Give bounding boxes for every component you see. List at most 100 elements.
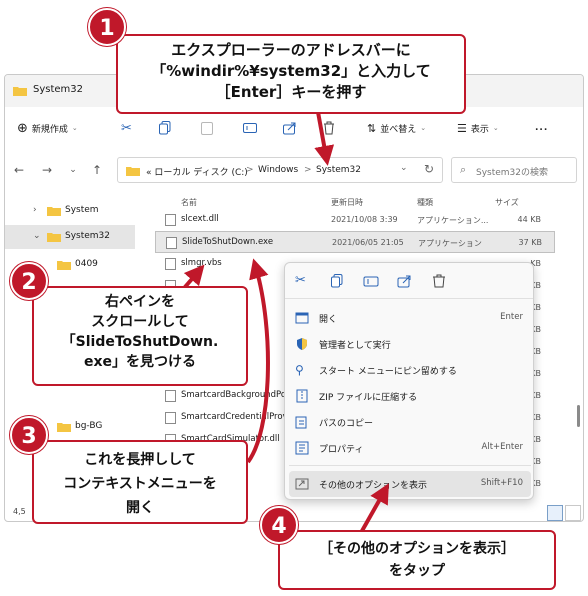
chevron-down-icon: ⌄ [33, 231, 41, 241]
vertical-scrollbar[interactable] [577, 405, 580, 427]
window-icon [295, 312, 309, 324]
scissors-icon: ✂ [121, 120, 132, 136]
search-box[interactable]: ⌕ System32の検索 [451, 157, 577, 183]
new-label: 新規作成 [31, 124, 68, 135]
zip-file-icon [296, 389, 308, 403]
menu-item-open[interactable]: 開く Enter [289, 305, 531, 331]
menu-item-copy-path[interactable]: パスのコピー [289, 409, 531, 435]
copy-button[interactable] [159, 119, 171, 137]
address-bar[interactable]: « ローカル ディスク (C:) > Windows > System32 ⌄ … [117, 157, 443, 183]
menu-item-shortcut: Shift+F10 [480, 478, 523, 488]
column-header-type[interactable]: 種類 [417, 197, 433, 208]
file-icon [165, 258, 176, 270]
plus-icon: ⊕ [17, 120, 28, 136]
tree-item-label: System [65, 205, 99, 215]
callout-step4: ［その他のオプションを表示］ をタップ [278, 530, 556, 590]
folder-icon [57, 261, 71, 270]
command-bar: ⊕ 新規作成 ⌄ ✂ ⇅ 並べ替え ⌄ ☰ 表示 ⌄ ... [5, 111, 583, 143]
callout-step1: エクスプローラーのアドレスバーに 「%windir%¥system32」と入力し… [116, 34, 466, 114]
properties-icon [295, 441, 309, 455]
folder-icon [126, 167, 140, 176]
trash-icon[interactable] [431, 273, 447, 289]
file-icon [165, 390, 176, 402]
menu-item-shortcut: Alt+Enter [481, 442, 523, 452]
callout-line: コンテキストメニューを [63, 476, 217, 492]
file-size: 44 KB [517, 215, 541, 224]
breadcrumb-windows[interactable]: Windows [258, 165, 298, 175]
chevron-down-icon: ⌄ [492, 124, 499, 132]
menu-item-label: 管理者として実行 [319, 341, 391, 351]
file-date: 2021/06/05 21:05 [332, 238, 404, 247]
copy-icon[interactable] [329, 273, 345, 289]
column-header-date[interactable]: 更新日時 [331, 197, 363, 208]
cut-icon[interactable]: ✂ [295, 273, 311, 289]
file-row[interactable]: SlideToShutDown.exe 2021/06/05 21:05 アプリケー… [155, 231, 555, 253]
search-icon: ⌕ [460, 163, 467, 176]
share-icon [283, 122, 296, 135]
menu-item-label: その他のオプションを表示 [319, 481, 428, 491]
history-chevron-icon[interactable]: ⌄ [65, 163, 81, 177]
callout-step3: これを長押しして コンテキストメニューを 開く [32, 440, 248, 524]
file-type: アプリケーション [418, 239, 482, 248]
rename-button[interactable] [243, 119, 257, 137]
paste-button[interactable] [201, 119, 213, 137]
step-badge-4: 4 [260, 506, 298, 544]
new-button[interactable]: ⊕ 新規作成 ⌄ [17, 119, 78, 137]
tiles-view-icon[interactable] [565, 505, 581, 521]
folder-icon [57, 423, 71, 432]
callout-step2: 右ペインを スクロールして 「SlideToShutDown. exe」を見つけ… [32, 286, 248, 386]
pin-icon: ⚲ [295, 363, 304, 377]
menu-item-pin-start[interactable]: ⚲ スタート メニューにピン留めする [289, 357, 531, 383]
column-header-name[interactable]: 名前 [181, 197, 197, 208]
tree-item-system[interactable]: › System [5, 199, 135, 223]
view-label: 表示 [470, 124, 489, 135]
step-badge-3: 3 [10, 416, 48, 454]
details-view-icon[interactable] [547, 505, 563, 521]
breadcrumb-drive[interactable]: « ローカル ディスク (C:) [146, 165, 248, 178]
menu-item-label: パスのコピー [319, 419, 374, 429]
sort-button[interactable]: ⇅ 並べ替え ⌄ [367, 119, 426, 137]
menu-item-compress-zip[interactable]: ZIP ファイルに圧縮する [289, 383, 531, 409]
menu-item-show-more-options[interactable]: その他のオプションを表示 Shift+F10 [289, 471, 531, 497]
folder-icon [13, 87, 27, 96]
tree-item-label: bg-BG [75, 421, 103, 431]
more-options-icon [295, 478, 309, 490]
breadcrumb-system32[interactable]: System32 [316, 165, 361, 175]
back-arrow-icon[interactable]: ← [11, 163, 27, 177]
menu-item-label: ZIP ファイルに圧縮する [319, 393, 418, 403]
rename-icon[interactable] [363, 273, 379, 289]
tree-item-label: System32 [65, 231, 111, 241]
menu-item-run-as-admin[interactable]: 管理者として実行 [289, 331, 531, 357]
sort-icon: ⇅ [367, 121, 377, 135]
shield-icon [297, 338, 307, 350]
refresh-icon[interactable]: ↻ [424, 162, 434, 176]
more-button[interactable]: ... [535, 119, 548, 137]
chevron-right-icon: › [33, 205, 37, 215]
menu-item-properties[interactable]: プロパティ Alt+Enter [289, 435, 531, 461]
step-badge-2: 2 [10, 262, 48, 300]
file-name: slcext.dll [181, 214, 219, 224]
up-arrow-icon[interactable]: ↑ [89, 163, 105, 177]
callout-line: 「%windir%¥system32」と入力して [151, 62, 431, 80]
menu-item-label: スタート メニューにピン留めする [319, 367, 457, 377]
share-button[interactable] [283, 119, 297, 137]
share-icon[interactable] [397, 273, 413, 289]
cut-button[interactable]: ✂ [121, 119, 132, 137]
callout-line: ［Enter］キーを押す [215, 83, 367, 101]
column-header-size[interactable]: サイズ [495, 197, 519, 208]
context-menu-icon-row: ✂ [285, 263, 533, 299]
callout-line: 開く [126, 500, 154, 516]
chevron-down-icon[interactable]: ⌄ [400, 163, 408, 173]
delete-button[interactable] [323, 119, 335, 137]
file-name: slmgr.vbs [181, 258, 222, 268]
view-button[interactable]: ☰ 表示 ⌄ [457, 119, 499, 137]
context-menu: ✂ 開く Enter 管理者として実行 ⚲ スタート メニューにピン留めする Z… [284, 262, 534, 500]
forward-arrow-icon[interactable]: → [39, 163, 55, 177]
callout-line: をタップ [389, 563, 445, 579]
tree-item-system32[interactable]: ⌄ System32 [5, 225, 135, 249]
file-row[interactable]: slcext.dll 2021/10/08 3:39 アプリケーション... 44 K… [155, 209, 555, 231]
menu-item-label: 開く [319, 315, 338, 325]
address-bar-row: ← → ⌄ ↑ « ローカル ディスク (C:) > Windows > Sys… [5, 155, 583, 185]
chevron-down-icon: ⌄ [71, 124, 78, 132]
file-icon [166, 237, 177, 249]
